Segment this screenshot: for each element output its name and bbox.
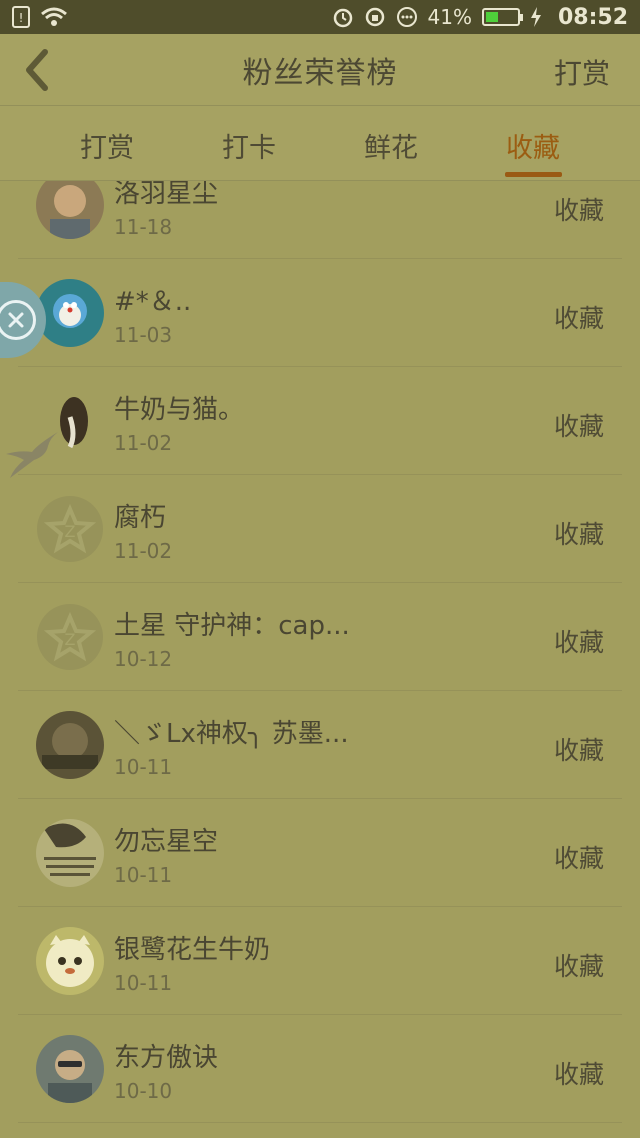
close-icon	[0, 300, 36, 340]
date: 10-12	[114, 647, 173, 671]
avatar[interactable]	[36, 1035, 104, 1103]
user-name: 银鹭花生牛奶	[114, 935, 271, 965]
action-label: 收藏	[553, 736, 604, 765]
tab-reward[interactable]: 打赏	[57, 126, 157, 165]
date: 10-11	[114, 971, 173, 995]
list-item[interactable]: 洛羽星尘 11-18 收藏	[18, 181, 622, 259]
date: 11-18	[114, 215, 173, 239]
user-name: 洛羽星尘	[114, 181, 219, 209]
svg-text:!: !	[19, 11, 24, 25]
active-tab-indicator	[505, 172, 562, 177]
battery-icon	[481, 8, 523, 26]
user-name: 土星 守护神：cap...	[114, 611, 350, 641]
tab-favorites[interactable]: 收藏	[483, 126, 583, 165]
tab-checkin[interactable]: 打卡	[199, 126, 299, 165]
avatar[interactable]	[36, 279, 104, 347]
clock: 08:52	[557, 4, 628, 30]
fans-list: 洛羽星尘 11-18 收藏 #*＆.. 11-03 收藏 牛奶与猫。 11-02…	[0, 181, 640, 1138]
rotation-lock-icon	[364, 6, 386, 28]
svg-text:Z: Z	[65, 630, 76, 649]
battery-percent: 41%	[427, 5, 472, 29]
wifi-icon	[40, 6, 68, 28]
avatar[interactable]: Z	[36, 495, 104, 563]
tab-bar: 打赏 打卡 鲜花 收藏	[0, 106, 640, 181]
avatar[interactable]	[36, 181, 104, 239]
date: 10-11	[114, 863, 173, 887]
list-item[interactable]: Z 土星 守护神：cap... 10-12 收藏	[18, 583, 622, 691]
list-item[interactable]: #*＆.. 11-03 收藏	[18, 259, 622, 367]
header: 粉丝荣誉榜 打赏	[0, 34, 640, 106]
alarm-icon	[332, 6, 354, 28]
action-label: 收藏	[553, 1060, 604, 1089]
avatar[interactable]	[36, 711, 104, 779]
list-item[interactable]: 东方傲诀 10-10 收藏	[18, 1015, 622, 1123]
battery-level	[485, 12, 499, 22]
action-label: 收藏	[553, 952, 604, 981]
swallow-icon[interactable]	[4, 426, 60, 482]
svg-text:Z: Z	[65, 522, 76, 541]
user-name: 腐朽	[114, 503, 167, 533]
reward-button[interactable]: 打赏	[554, 52, 610, 92]
list-item[interactable]: 银鹭花生牛奶 10-11 收藏	[18, 907, 622, 1015]
user-name: 东方傲诀	[114, 1043, 219, 1073]
action-label: 收藏	[553, 304, 604, 333]
avatar[interactable]: Z	[36, 603, 104, 671]
action-label: 收藏	[553, 844, 604, 873]
page-title: 粉丝荣誉榜	[242, 55, 398, 91]
date: 11-03	[114, 323, 173, 347]
date: 11-02	[114, 539, 173, 563]
status-bar: ! 41% 08:52	[0, 0, 640, 34]
action-label: 收藏	[553, 412, 604, 441]
dots-icon	[396, 6, 418, 28]
action-label: 收藏	[553, 628, 604, 657]
avatar[interactable]	[36, 819, 104, 887]
user-name: ＼ゞLx神权╮ 苏墨...	[114, 719, 349, 749]
sim-icon: !	[12, 6, 30, 28]
avatar[interactable]	[36, 927, 104, 995]
date: 11-02	[114, 431, 173, 455]
user-name: #*＆..	[114, 287, 192, 317]
list-item[interactable]: Z 腐朽 11-02 收藏	[18, 475, 622, 583]
action-label: 收藏	[553, 196, 604, 225]
date: 10-10	[114, 1079, 173, 1103]
tab-flowers[interactable]: 鲜花	[341, 126, 441, 165]
list-item[interactable]: 牛奶与猫。 11-02 收藏	[18, 367, 622, 475]
list-item[interactable]: 勿忘星空 10-11 收藏	[18, 799, 622, 907]
date: 10-11	[114, 755, 173, 779]
back-button[interactable]	[14, 48, 58, 92]
user-name: 牛奶与猫。	[114, 395, 245, 425]
action-label: 收藏	[553, 520, 604, 549]
list-item[interactable]: ＼ゞLx神权╮ 苏墨... 10-11 收藏	[18, 691, 622, 799]
charging-icon	[530, 7, 542, 27]
user-name: 勿忘星空	[114, 827, 219, 857]
chevron-left-icon	[26, 49, 48, 91]
